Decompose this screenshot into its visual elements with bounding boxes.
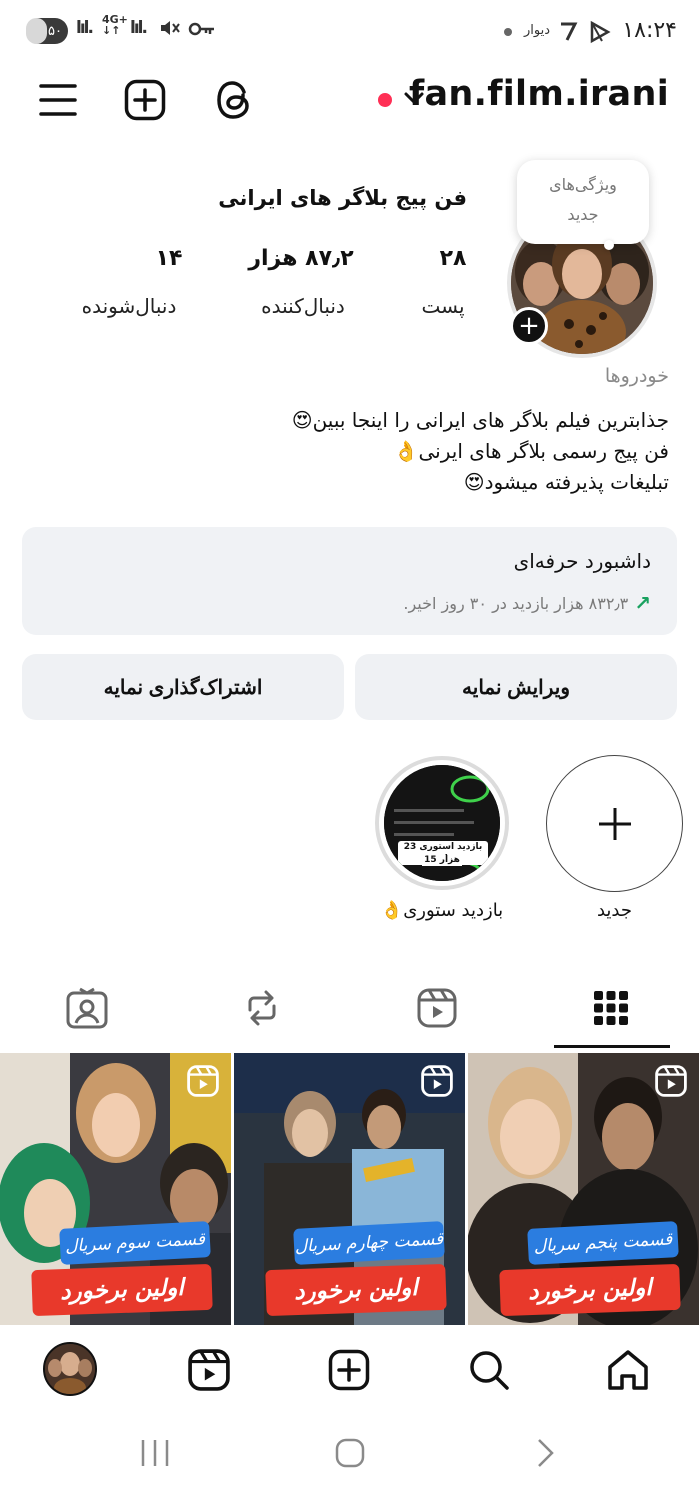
- following-label[interactable]: دنبال‌شونده: [64, 294, 194, 318]
- status-bar: ۵۰ lıl. 4G+ ↓↑ lıl. دیوار ۱۸:۲۴: [0, 0, 699, 62]
- profile-name: فن پیج بلاگر های ایرانی: [218, 186, 467, 210]
- battery-fill: [26, 18, 47, 44]
- new-highlight-label: جدید: [596, 900, 633, 921]
- tooltip-line-1: ویژگی‌های: [549, 175, 617, 194]
- tagged-tab-icon[interactable]: [57, 982, 117, 1034]
- tooltip-line-2: جدید: [567, 205, 599, 224]
- recent-apps-button[interactable]: [125, 1428, 185, 1478]
- grid-tab-icon[interactable]: [581, 982, 641, 1034]
- back-button[interactable]: [515, 1428, 575, 1478]
- divar-notification-icon: دیوار: [524, 23, 551, 38]
- share-profile-button[interactable]: اشتراک‌گذاری نمایه: [22, 654, 344, 720]
- profile-bio: جذابترین فیلم بلاگر های ایرانی را اینجا …: [292, 405, 669, 498]
- notification-dot: [378, 93, 392, 107]
- post-title-banner: اولین برخورد: [265, 1263, 447, 1317]
- bio-line-3: تبلیغات پذیرفته میشود😍: [463, 470, 669, 494]
- notification-dot: [504, 28, 512, 36]
- post-title-banner: اولین برخورد: [31, 1263, 213, 1317]
- bio-line-1: جذابترین فیلم بلاگر های ایرانی را اینجا …: [291, 408, 669, 432]
- new-highlight-button[interactable]: [546, 755, 683, 892]
- post-tile[interactable]: قسمت سوم سریال اولین برخورد: [0, 1053, 231, 1325]
- reels-icon[interactable]: [179, 1340, 239, 1400]
- home-icon[interactable]: [598, 1340, 658, 1400]
- profile-category: خودروها: [604, 365, 669, 387]
- signal-icon-2: lıl.: [130, 18, 148, 38]
- following-count[interactable]: ۱۴: [104, 246, 234, 271]
- home-button[interactable]: [320, 1428, 380, 1478]
- clock: ۱۸:۲۴: [622, 18, 677, 43]
- dashboard-views: ۸۳۲٫۳ هزار بازدید در ۳۰ روز اخیر.: [403, 593, 629, 613]
- reels-tab-icon[interactable]: [407, 982, 467, 1034]
- active-tab-indicator: [554, 1045, 670, 1048]
- create-icon[interactable]: [319, 1340, 379, 1400]
- reposts-tab-icon[interactable]: [232, 982, 292, 1034]
- post-tile[interactable]: قسمت پنجم سریال اولین برخورد: [468, 1053, 699, 1325]
- signal-icon: lıl.: [76, 18, 94, 38]
- add-story-icon[interactable]: +: [510, 307, 548, 345]
- key-icon: [188, 18, 216, 45]
- reel-icon: [421, 1065, 453, 1097]
- edit-profile-button[interactable]: ویرایش نمایه: [355, 654, 677, 720]
- professional-dashboard[interactable]: داشبورد حرفه‌ای ↗ ۸۳۲٫۳ هزار بازدید در ۳…: [22, 527, 677, 635]
- plus-icon: [598, 807, 631, 840]
- search-icon[interactable]: [459, 1340, 519, 1400]
- highlight-story-views[interactable]: بازدید استوری 23 ساعت 15 هزار: [375, 756, 509, 890]
- reel-icon: [187, 1065, 219, 1097]
- post-tile[interactable]: قسمت چهارم سریال اولین برخورد: [234, 1053, 465, 1325]
- dashboard-title: داشبورد حرفه‌ای: [513, 549, 651, 573]
- followers-count[interactable]: ۸۷٫۲ هزار: [236, 246, 366, 271]
- posts-label[interactable]: پست: [378, 294, 508, 318]
- username[interactable]: fan.film.irani: [409, 74, 669, 114]
- posts-count[interactable]: ۲۸: [388, 246, 518, 271]
- new-features-tooltip[interactable]: ویژگی‌های جدید: [517, 160, 649, 244]
- threads-icon[interactable]: [210, 76, 258, 124]
- reel-icon: [655, 1065, 687, 1097]
- trend-up-arrow-icon: ↗: [634, 591, 651, 615]
- menu-icon[interactable]: [34, 76, 82, 124]
- tooltip-tail: [604, 240, 614, 250]
- dashboard-subtitle: ↗ ۸۳۲٫۳ هزار بازدید در ۳۰ روز اخیر.: [403, 591, 651, 615]
- create-post-icon[interactable]: [121, 76, 169, 124]
- play-notification-icon: [588, 20, 612, 49]
- network-label: 4G+: [102, 13, 128, 26]
- followers-label[interactable]: دنبال‌کننده: [238, 294, 368, 318]
- highlight-caption-2: 15 هزار: [422, 855, 462, 866]
- profile-avatar-nav[interactable]: [43, 1342, 97, 1396]
- post-title-banner: اولین برخورد: [499, 1263, 681, 1317]
- battery-level: ۵۰: [48, 23, 62, 39]
- mute-icon: [158, 16, 182, 45]
- bio-line-2: فن پیج رسمی بلاگر های ایرنی👌: [393, 439, 669, 463]
- highlight-thumbnail: بازدید استوری 23 ساعت 15 هزار: [384, 765, 500, 881]
- highlight-story-views-label: بازدید ستوری👌: [380, 900, 504, 921]
- battery-indicator: ۵۰: [26, 18, 68, 44]
- check-notification-icon: [558, 20, 580, 47]
- network-type: 4G+ ↓↑: [102, 13, 128, 37]
